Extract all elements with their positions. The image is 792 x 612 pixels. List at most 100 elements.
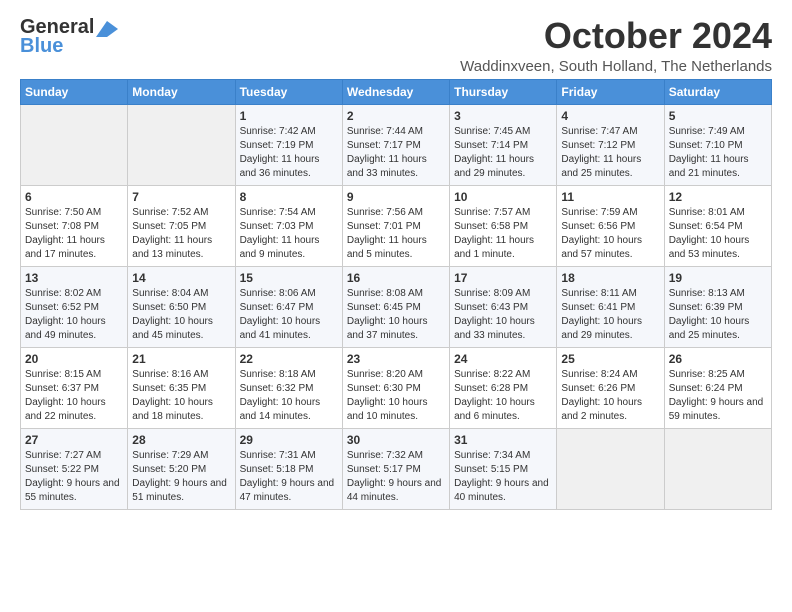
- logo-icon: [96, 21, 118, 37]
- day-number: 27: [25, 433, 123, 447]
- day-info: Sunrise: 8:20 AMSunset: 6:30 PMDaylight:…: [347, 369, 428, 422]
- cell-w1-d1: 7 Sunrise: 7:52 AMSunset: 7:05 PMDaylight…: [128, 185, 235, 266]
- day-info: Sunrise: 8:01 AMSunset: 6:54 PMDaylight:…: [669, 207, 750, 260]
- day-number: 7: [132, 190, 230, 204]
- col-tuesday: Tuesday: [235, 79, 342, 104]
- day-number: 18: [561, 271, 659, 285]
- day-info: Sunrise: 8:06 AMSunset: 6:47 PMDaylight:…: [240, 288, 321, 341]
- day-info: Sunrise: 7:52 AMSunset: 7:05 PMDaylight:…: [132, 207, 212, 260]
- day-number: 13: [25, 271, 123, 285]
- cell-w2-d3: 16 Sunrise: 8:08 AMSunset: 6:45 PMDayligh…: [342, 266, 449, 347]
- day-number: 4: [561, 109, 659, 123]
- day-number: 17: [454, 271, 552, 285]
- day-number: 16: [347, 271, 445, 285]
- day-number: 22: [240, 352, 338, 366]
- day-number: 24: [454, 352, 552, 366]
- week-row-3: 13 Sunrise: 8:02 AMSunset: 6:52 PMDayligh…: [21, 266, 772, 347]
- day-number: 26: [669, 352, 767, 366]
- cell-w4-d0: 27 Sunrise: 7:27 AMSunset: 5:22 PMDayligh…: [21, 428, 128, 509]
- cell-w4-d3: 30 Sunrise: 7:32 AMSunset: 5:17 PMDayligh…: [342, 428, 449, 509]
- day-number: 30: [347, 433, 445, 447]
- cell-w1-d3: 9 Sunrise: 7:56 AMSunset: 7:01 PMDaylight…: [342, 185, 449, 266]
- day-info: Sunrise: 8:22 AMSunset: 6:28 PMDaylight:…: [454, 369, 535, 422]
- cell-w3-d6: 26 Sunrise: 8:25 AMSunset: 6:24 PMDayligh…: [664, 347, 771, 428]
- day-number: 19: [669, 271, 767, 285]
- col-saturday: Saturday: [664, 79, 771, 104]
- cell-w0-d5: 4 Sunrise: 7:47 AMSunset: 7:12 PMDaylight…: [557, 104, 664, 185]
- cell-w0-d4: 3 Sunrise: 7:45 AMSunset: 7:14 PMDaylight…: [450, 104, 557, 185]
- day-info: Sunrise: 7:45 AMSunset: 7:14 PMDaylight:…: [454, 126, 534, 179]
- header-row: Sunday Monday Tuesday Wednesday Thursday…: [21, 79, 772, 104]
- day-number: 9: [347, 190, 445, 204]
- day-info: Sunrise: 7:47 AMSunset: 7:12 PMDaylight:…: [561, 126, 641, 179]
- day-info: Sunrise: 8:16 AMSunset: 6:35 PMDaylight:…: [132, 369, 213, 422]
- day-info: Sunrise: 8:13 AMSunset: 6:39 PMDaylight:…: [669, 288, 750, 341]
- day-info: Sunrise: 8:15 AMSunset: 6:37 PMDaylight:…: [25, 369, 106, 422]
- day-number: 1: [240, 109, 338, 123]
- day-number: 10: [454, 190, 552, 204]
- cell-w0-d1: [128, 104, 235, 185]
- day-info: Sunrise: 7:42 AMSunset: 7:19 PMDaylight:…: [240, 126, 320, 179]
- cell-w0-d6: 5 Sunrise: 7:49 AMSunset: 7:10 PMDaylight…: [664, 104, 771, 185]
- day-info: Sunrise: 7:27 AMSunset: 5:22 PMDaylight:…: [25, 450, 120, 503]
- week-row-2: 6 Sunrise: 7:50 AMSunset: 7:08 PMDaylight…: [21, 185, 772, 266]
- cell-w3-d4: 24 Sunrise: 8:22 AMSunset: 6:28 PMDayligh…: [450, 347, 557, 428]
- cell-w4-d2: 29Sunrise: 7:31 AMSunset: 5:18 PMDayligh…: [235, 428, 342, 509]
- day-number: 6: [25, 190, 123, 204]
- day-info: Sunrise: 7:57 AMSunset: 6:58 PMDaylight:…: [454, 207, 534, 260]
- month-title: October 2024: [460, 16, 772, 56]
- cell-w2-d1: 14Sunrise: 8:04 AMSunset: 6:50 PMDayligh…: [128, 266, 235, 347]
- day-info: Sunrise: 7:31 AMSunset: 5:18 PMDaylight:…: [240, 450, 335, 503]
- day-info: Sunrise: 7:34 AMSunset: 5:15 PMDaylight:…: [454, 450, 549, 503]
- day-number: 5: [669, 109, 767, 123]
- day-number: 28: [132, 433, 230, 447]
- day-number: 31: [454, 433, 552, 447]
- day-info: Sunrise: 8:25 AMSunset: 6:24 PMDaylight:…: [669, 369, 764, 422]
- cell-w1-d2: 8Sunrise: 7:54 AMSunset: 7:03 PMDaylight…: [235, 185, 342, 266]
- col-thursday: Thursday: [450, 79, 557, 104]
- cell-w3-d3: 23Sunrise: 8:20 AMSunset: 6:30 PMDayligh…: [342, 347, 449, 428]
- day-info: Sunrise: 8:09 AMSunset: 6:43 PMDaylight:…: [454, 288, 535, 341]
- day-number: 3: [454, 109, 552, 123]
- day-info: Sunrise: 7:59 AMSunset: 6:56 PMDaylight:…: [561, 207, 642, 260]
- cell-w4-d5: [557, 428, 664, 509]
- cell-w2-d4: 17 Sunrise: 8:09 AMSunset: 6:43 PMDayligh…: [450, 266, 557, 347]
- cell-w3-d0: 20 Sunrise: 8:15 AMSunset: 6:37 PMDayligh…: [21, 347, 128, 428]
- day-number: 25: [561, 352, 659, 366]
- day-number: 2: [347, 109, 445, 123]
- week-row-5: 27 Sunrise: 7:27 AMSunset: 5:22 PMDayligh…: [21, 428, 772, 509]
- day-number: 11: [561, 190, 659, 204]
- day-info: Sunrise: 7:32 AMSunset: 5:17 PMDaylight:…: [347, 450, 442, 503]
- day-info: Sunrise: 7:54 AMSunset: 7:03 PMDaylight:…: [240, 207, 320, 260]
- page: General Blue October 2024 Waddinxveen, S…: [0, 0, 792, 612]
- day-number: 20: [25, 352, 123, 366]
- day-info: Sunrise: 7:50 AMSunset: 7:08 PMDaylight:…: [25, 207, 105, 260]
- day-number: 12: [669, 190, 767, 204]
- day-number: 14: [132, 271, 230, 285]
- day-info: Sunrise: 8:24 AMSunset: 6:26 PMDaylight:…: [561, 369, 642, 422]
- cell-w0-d0: [21, 104, 128, 185]
- col-wednesday: Wednesday: [342, 79, 449, 104]
- cell-w3-d5: 25 Sunrise: 8:24 AMSunset: 6:26 PMDayligh…: [557, 347, 664, 428]
- calendar-table: Sunday Monday Tuesday Wednesday Thursday…: [20, 79, 772, 510]
- day-info: Sunrise: 7:49 AMSunset: 7:10 PMDaylight:…: [669, 126, 749, 179]
- cell-w0-d3: 2 Sunrise: 7:44 AMSunset: 7:17 PMDaylight…: [342, 104, 449, 185]
- day-number: 21: [132, 352, 230, 366]
- day-info: Sunrise: 7:44 AMSunset: 7:17 PMDaylight:…: [347, 126, 427, 179]
- day-info: Sunrise: 8:11 AMSunset: 6:41 PMDaylight:…: [561, 288, 642, 341]
- day-info: Sunrise: 7:56 AMSunset: 7:01 PMDaylight:…: [347, 207, 427, 260]
- day-info: Sunrise: 8:08 AMSunset: 6:45 PMDaylight:…: [347, 288, 428, 341]
- cell-w0-d2: 1 Sunrise: 7:42 AMSunset: 7:19 PMDaylight…: [235, 104, 342, 185]
- week-row-4: 20 Sunrise: 8:15 AMSunset: 6:37 PMDayligh…: [21, 347, 772, 428]
- cell-w1-d4: 10 Sunrise: 7:57 AMSunset: 6:58 PMDayligh…: [450, 185, 557, 266]
- cell-w4-d4: 31 Sunrise: 7:34 AMSunset: 5:15 PMDayligh…: [450, 428, 557, 509]
- week-row-1: 1 Sunrise: 7:42 AMSunset: 7:19 PMDaylight…: [21, 104, 772, 185]
- cell-w1-d5: 11 Sunrise: 7:59 AMSunset: 6:56 PMDayligh…: [557, 185, 664, 266]
- day-info: Sunrise: 8:18 AMSunset: 6:32 PMDaylight:…: [240, 369, 321, 422]
- day-info: Sunrise: 8:02 AMSunset: 6:52 PMDaylight:…: [25, 288, 106, 341]
- col-friday: Friday: [557, 79, 664, 104]
- cell-w2-d6: 19 Sunrise: 8:13 AMSunset: 6:39 PMDayligh…: [664, 266, 771, 347]
- cell-w2-d0: 13 Sunrise: 8:02 AMSunset: 6:52 PMDayligh…: [21, 266, 128, 347]
- location: Waddinxveen, South Holland, The Netherla…: [460, 58, 772, 75]
- logo: General Blue: [20, 16, 118, 58]
